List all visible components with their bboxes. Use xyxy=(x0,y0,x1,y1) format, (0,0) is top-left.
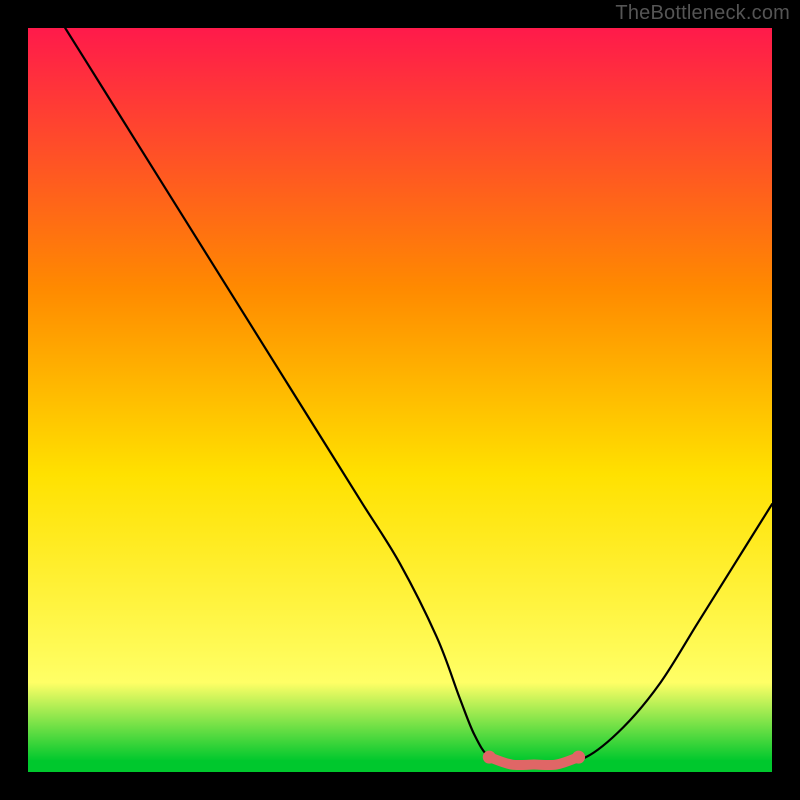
optimal-endpoint-dot xyxy=(572,751,585,764)
bottleneck-plot xyxy=(28,28,772,772)
chart-frame: TheBottleneck.com xyxy=(0,0,800,800)
watermark-text: TheBottleneck.com xyxy=(615,2,790,25)
gradient-background xyxy=(28,28,772,772)
optimal-endpoint-dot xyxy=(483,751,496,764)
